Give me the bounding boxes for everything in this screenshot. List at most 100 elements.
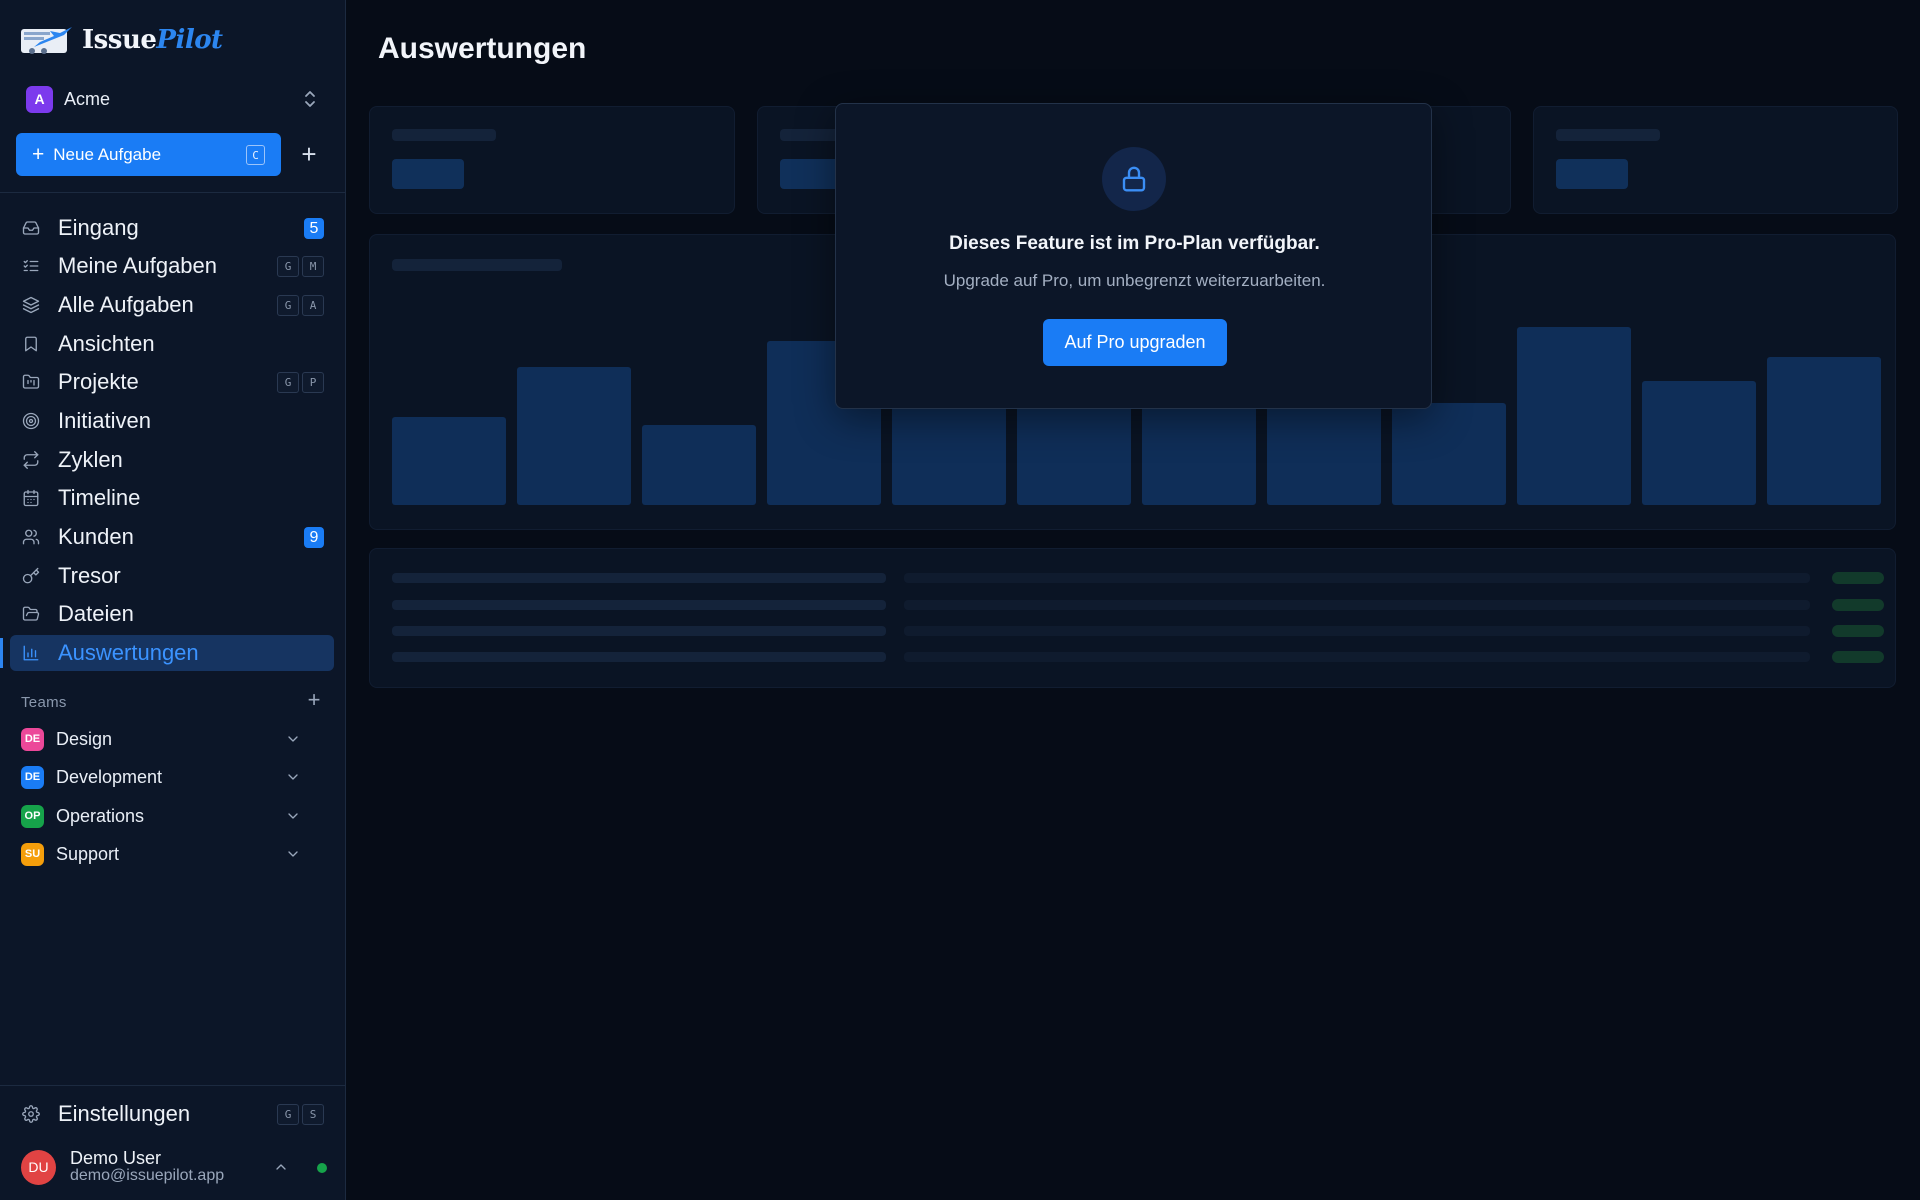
repeat-icon bbox=[23, 451, 39, 469]
nav-item-einstellungen[interactable]: Einstellungen GS bbox=[10, 1096, 334, 1132]
placeholder-line bbox=[392, 600, 886, 610]
nav-label: Timeline bbox=[58, 485, 141, 510]
nav-item-auswertungen[interactable]: Auswertungen bbox=[10, 635, 334, 671]
chevron-down-icon[interactable] bbox=[285, 846, 301, 862]
nav-item-kunden[interactable]: Kunden 9 bbox=[10, 519, 334, 555]
shortcut-keys: GS bbox=[277, 1104, 324, 1125]
new-task-button[interactable]: + Neue Aufgabe C bbox=[16, 133, 281, 176]
placeholder-pill bbox=[1832, 599, 1884, 611]
placeholder-bar bbox=[392, 417, 506, 505]
user-menu[interactable]: DU Demo User demo@issuepilot.app bbox=[21, 1145, 327, 1189]
placeholder-pill bbox=[1832, 572, 1884, 584]
placeholder-bar bbox=[1517, 327, 1631, 505]
brand-logo[interactable]: IssuePilot bbox=[20, 22, 223, 58]
shortcut-keys: GP bbox=[277, 372, 324, 393]
placeholder-line bbox=[392, 652, 886, 662]
logo-icon bbox=[21, 27, 72, 54]
shortcut-keys: GM bbox=[277, 256, 324, 277]
team-design[interactable]: DE Design bbox=[21, 724, 301, 754]
layers-icon bbox=[22, 296, 40, 314]
placeholder-line bbox=[1556, 129, 1660, 141]
inbox-icon bbox=[22, 221, 40, 235]
upgrade-dialog: Dieses Feature ist im Pro-Plan verfügbar… bbox=[835, 103, 1432, 409]
folder-open-icon bbox=[22, 606, 40, 621]
avatar: DU bbox=[21, 1149, 56, 1185]
folder-kanban-icon bbox=[22, 374, 40, 389]
placeholder-line bbox=[392, 573, 886, 583]
workspace-switcher[interactable]: A Acme bbox=[26, 84, 322, 114]
add-icon[interactable]: + bbox=[296, 140, 322, 168]
nav-label: Tresor bbox=[58, 563, 121, 588]
nav-item-projekte[interactable]: Projekte GP bbox=[10, 364, 334, 400]
dialog-title: Dieses Feature ist im Pro-Plan verfügbar… bbox=[949, 233, 1320, 254]
gear-icon bbox=[22, 1105, 40, 1123]
brand-name: IssuePilot bbox=[82, 25, 223, 55]
nav-item-initiativen[interactable]: Initiativen bbox=[10, 403, 334, 439]
nav-item-eingang[interactable]: Eingang 5 bbox=[10, 210, 334, 246]
nav-label: Meine Aufgaben bbox=[58, 253, 218, 278]
team-support[interactable]: SU Support bbox=[21, 839, 301, 869]
placeholder-line bbox=[904, 626, 1810, 636]
upgrade-button[interactable]: Auf Pro upgraden bbox=[1043, 319, 1227, 366]
shortcut-key: C bbox=[246, 145, 265, 165]
brand-name-part1: Issue bbox=[82, 25, 157, 55]
nav-label: Dateien bbox=[58, 601, 134, 626]
shortcut-key: A bbox=[302, 295, 324, 316]
chevron-up-icon[interactable] bbox=[273, 1159, 289, 1175]
active-indicator bbox=[0, 638, 3, 668]
placeholder-value bbox=[1556, 159, 1628, 189]
shortcut-keys: GA bbox=[277, 295, 324, 316]
key-icon bbox=[22, 567, 40, 584]
team-name: Design bbox=[56, 728, 113, 749]
team-name: Development bbox=[56, 766, 163, 787]
sidebar: IssuePilot A Acme + Neue Aufgabe C + Ein… bbox=[0, 0, 346, 1200]
shortcut-key: G bbox=[277, 295, 299, 316]
team-avatar: OP bbox=[21, 804, 44, 828]
target-icon bbox=[22, 412, 40, 430]
divider bbox=[0, 1085, 345, 1086]
shortcut-key: S bbox=[302, 1104, 324, 1125]
calendar-icon bbox=[23, 489, 39, 507]
nav-item-zyklen[interactable]: Zyklen bbox=[10, 442, 334, 478]
team-avatar: DE bbox=[21, 727, 44, 751]
bar-chart-icon bbox=[23, 645, 39, 661]
nav-item-alle-aufgaben[interactable]: Alle Aufgaben GA bbox=[10, 287, 334, 323]
online-status-dot bbox=[317, 1163, 327, 1173]
placeholder-value bbox=[392, 159, 464, 189]
nav-item-ansichten[interactable]: Ansichten bbox=[10, 326, 334, 362]
team-name: Support bbox=[56, 843, 120, 864]
nav-label: Zyklen bbox=[58, 447, 123, 472]
placeholder-line bbox=[904, 652, 1810, 662]
nav-label: Einstellungen bbox=[58, 1101, 191, 1126]
divider bbox=[0, 192, 345, 193]
placeholder-bar bbox=[1767, 357, 1881, 505]
nav-item-tresor[interactable]: Tresor bbox=[10, 558, 334, 594]
team-operations[interactable]: OP Operations bbox=[21, 801, 301, 831]
team-name: Operations bbox=[56, 805, 145, 826]
nav-label: Auswertungen bbox=[58, 640, 199, 665]
placeholder-bar bbox=[1392, 403, 1506, 505]
placeholder-line bbox=[392, 129, 496, 141]
teams-header: Teams bbox=[21, 694, 67, 711]
team-development[interactable]: DE Development bbox=[21, 762, 301, 792]
chevron-down-icon[interactable] bbox=[285, 808, 301, 824]
nav-label: Initiativen bbox=[58, 408, 151, 433]
placeholder-stat-card bbox=[1533, 106, 1898, 214]
user-name: Demo User bbox=[70, 1148, 162, 1169]
shortcut-key: M bbox=[302, 256, 324, 277]
nav-item-timeline[interactable]: Timeline bbox=[10, 480, 334, 516]
nav-item-dateien[interactable]: Dateien bbox=[10, 596, 334, 632]
app: IssuePilot A Acme + Neue Aufgabe C + Ein… bbox=[0, 0, 1920, 1200]
nav-label: Eingang bbox=[58, 215, 139, 240]
placeholder-bar bbox=[1267, 405, 1381, 505]
chevron-down-icon[interactable] bbox=[285, 731, 301, 747]
chevron-down-icon[interactable] bbox=[285, 769, 301, 785]
placeholder-pill bbox=[1832, 625, 1884, 637]
nav-item-meine-aufgaben[interactable]: Meine Aufgaben GM bbox=[10, 248, 334, 284]
workspace-name: Acme bbox=[64, 88, 111, 109]
new-task-label: Neue Aufgabe bbox=[53, 144, 162, 164]
add-team-icon[interactable]: + bbox=[303, 689, 325, 711]
placeholder-line bbox=[904, 573, 1810, 583]
placeholder-bar bbox=[1017, 395, 1131, 505]
dialog-subtitle: Upgrade auf Pro, um unbegrenzt weiterzua… bbox=[943, 271, 1326, 290]
